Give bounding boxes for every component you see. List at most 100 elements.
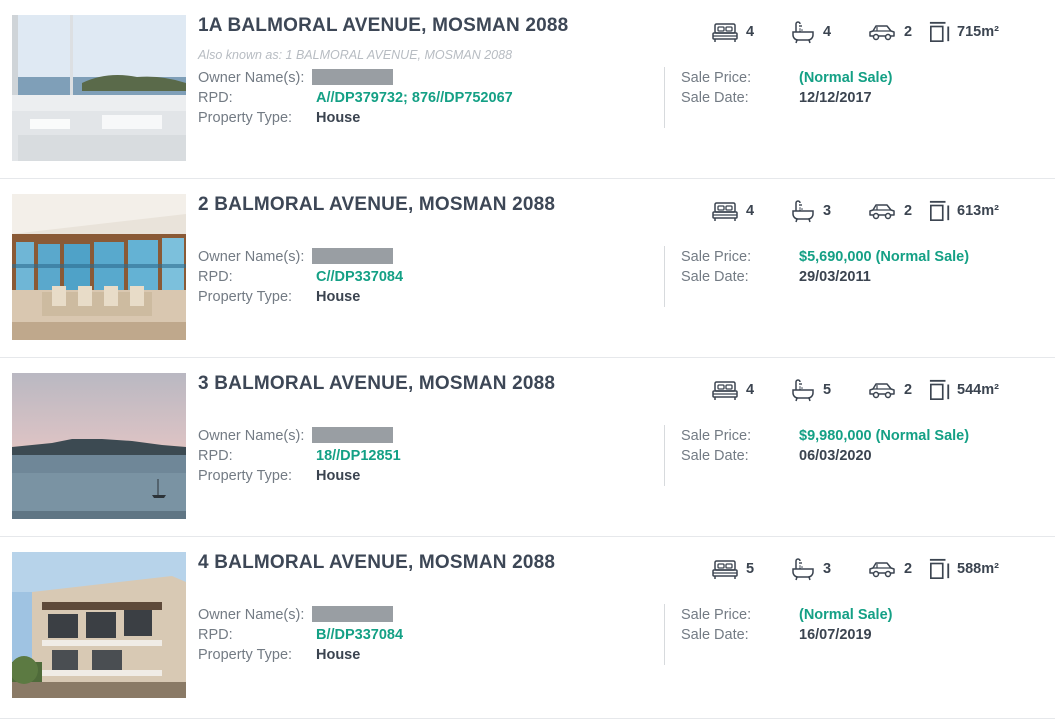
property-photo[interactable] — [12, 194, 186, 340]
car-spaces: 2 — [868, 19, 912, 45]
property-address[interactable]: 3 BALMORAL AVENUE, MOSMAN 2088 — [198, 373, 555, 395]
divider — [664, 425, 665, 486]
sale-info: Sale Price: $5,690,000 (Normal Sale) Sal… — [681, 247, 969, 287]
sale-info: Sale Price: (Normal Sale) Sale Date: 16/… — [681, 605, 892, 645]
car-spaces: 2 — [868, 377, 912, 403]
bath-icon — [791, 199, 815, 223]
land-size: 588m² — [929, 556, 999, 582]
property-address[interactable]: 1A BALMORAL AVENUE, MOSMAN 2088 — [198, 15, 568, 37]
property-type-label: Property Type: — [198, 289, 293, 305]
owner-label: Owner Name(s): — [198, 428, 305, 444]
bathroom-count: 5 — [823, 382, 832, 398]
sale-price-label: Sale Price: — [681, 249, 752, 265]
land-area-icon — [929, 378, 951, 402]
sale-price-label: Sale Price: — [681, 607, 752, 623]
rpd-link[interactable]: C//DP337084 — [316, 267, 403, 287]
property-type-label: Property Type: — [198, 647, 293, 663]
sale-date-label: Sale Date: — [681, 627, 749, 643]
bedroom-count: 4 — [746, 382, 755, 398]
bathrooms: 3 — [791, 556, 831, 582]
land-size-value: 715m² — [957, 24, 999, 40]
land-size-value: 544m² — [957, 382, 999, 398]
land-area-icon — [929, 557, 951, 581]
bathroom-count: 3 — [823, 561, 832, 577]
property-type-value: House — [316, 110, 361, 126]
car-icon — [868, 202, 896, 220]
land-area-icon — [929, 20, 951, 44]
property-photo[interactable] — [12, 373, 186, 519]
property-address[interactable]: 4 BALMORAL AVENUE, MOSMAN 2088 — [198, 552, 555, 574]
owner-label: Owner Name(s): — [198, 607, 305, 623]
rpd-label: RPD: — [198, 90, 233, 106]
property-details: Owner Name(s): RPD: C//DP337084 Property… — [198, 247, 403, 307]
bedrooms: 4 — [712, 19, 754, 45]
sale-price-value: $5,690,000 (Normal Sale) — [799, 249, 970, 265]
property-details: Owner Name(s): RPD: A//DP379732; 876//DP… — [198, 68, 513, 128]
owner-name-redacted — [312, 427, 393, 443]
car-count: 2 — [904, 203, 913, 219]
property-list: 1A BALMORAL AVENUE, MOSMAN 2088 Also kno… — [0, 0, 1055, 719]
sale-date-value: 29/03/2011 — [799, 269, 871, 285]
rpd-label: RPD: — [198, 269, 233, 285]
car-count: 2 — [904, 561, 913, 577]
bath-icon — [791, 557, 815, 581]
land-area-icon — [929, 199, 951, 223]
property-card[interactable]: 4 BALMORAL AVENUE, MOSMAN 2088 5 3 2 588… — [0, 537, 1055, 719]
sale-price-value: (Normal Sale) — [799, 607, 893, 623]
bedroom-count: 4 — [746, 203, 755, 219]
sale-info: Sale Price: (Normal Sale) Sale Date: 12/… — [681, 68, 892, 108]
bathrooms: 4 — [791, 19, 831, 45]
owner-name-redacted — [312, 248, 393, 264]
car-icon — [868, 381, 896, 399]
bed-icon — [712, 379, 738, 401]
property-card[interactable]: 2 BALMORAL AVENUE, MOSMAN 2088 4 3 2 613… — [0, 179, 1055, 358]
rpd-link[interactable]: A//DP379732; 876//DP752067 — [316, 88, 513, 108]
bathroom-count: 4 — [823, 24, 832, 40]
land-size-value: 613m² — [957, 203, 999, 219]
rpd-link[interactable]: 18//DP12851 — [316, 446, 401, 466]
sale-price-label: Sale Price: — [681, 428, 752, 444]
sale-date-label: Sale Date: — [681, 269, 749, 285]
property-details: Owner Name(s): RPD: B//DP337084 Property… — [198, 605, 403, 665]
property-type-label: Property Type: — [198, 468, 293, 484]
property-details: Owner Name(s): RPD: 18//DP12851 Property… — [198, 426, 401, 486]
bathrooms: 3 — [791, 198, 831, 224]
rpd-label: RPD: — [198, 627, 233, 643]
bedrooms: 5 — [712, 556, 754, 582]
car-spaces: 2 — [868, 198, 912, 224]
property-type-label: Property Type: — [198, 110, 293, 126]
car-spaces: 2 — [868, 556, 912, 582]
property-type-value: House — [316, 468, 361, 484]
divider — [664, 67, 665, 128]
car-count: 2 — [904, 382, 913, 398]
divider — [664, 246, 665, 307]
property-card[interactable]: 3 BALMORAL AVENUE, MOSMAN 2088 4 5 2 544… — [0, 358, 1055, 537]
sale-info: Sale Price: $9,980,000 (Normal Sale) Sal… — [681, 426, 969, 466]
rpd-link[interactable]: B//DP337084 — [316, 625, 403, 645]
sale-date-label: Sale Date: — [681, 448, 749, 464]
sale-price-label: Sale Price: — [681, 70, 752, 86]
bathrooms: 5 — [791, 377, 831, 403]
land-size: 715m² — [929, 19, 999, 45]
car-count: 2 — [904, 24, 913, 40]
property-card[interactable]: 1A BALMORAL AVENUE, MOSMAN 2088 Also kno… — [0, 0, 1055, 179]
sale-date-value: 12/12/2017 — [799, 90, 872, 106]
bedroom-count: 5 — [746, 561, 755, 577]
rpd-label: RPD: — [198, 448, 233, 464]
bedrooms: 4 — [712, 198, 754, 224]
property-type-value: House — [316, 289, 361, 305]
property-photo[interactable] — [12, 552, 186, 698]
owner-name-redacted — [312, 606, 393, 622]
bedroom-count: 4 — [746, 24, 755, 40]
sale-date-value: 16/07/2019 — [799, 627, 872, 643]
bed-icon — [712, 558, 738, 580]
bathroom-count: 3 — [823, 203, 832, 219]
owner-label: Owner Name(s): — [198, 249, 305, 265]
bedrooms: 4 — [712, 377, 754, 403]
sale-date-label: Sale Date: — [681, 90, 749, 106]
land-size: 613m² — [929, 198, 999, 224]
sale-price-value: (Normal Sale) — [799, 70, 893, 86]
property-address[interactable]: 2 BALMORAL AVENUE, MOSMAN 2088 — [198, 194, 555, 216]
divider — [664, 604, 665, 665]
property-photo[interactable] — [12, 15, 186, 161]
